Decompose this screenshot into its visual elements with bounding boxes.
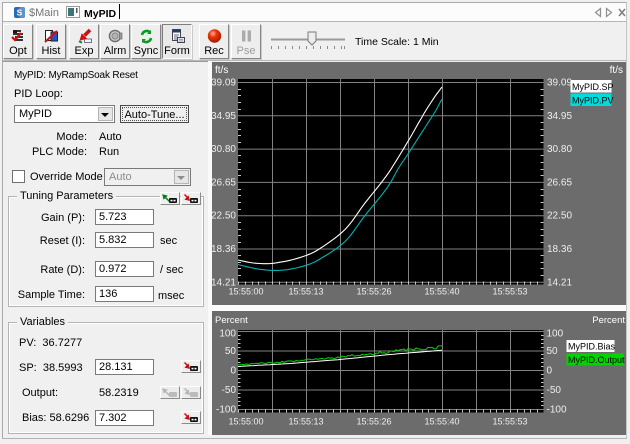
svg-text:15:55:26: 15:55:26: [356, 417, 391, 427]
svg-text:0: 0: [230, 366, 236, 377]
svg-text:15:55:40: 15:55:40: [424, 287, 459, 297]
svg-text:50: 50: [225, 346, 237, 357]
svg-text:MyPID.Bias: MyPID.Bias: [568, 342, 616, 352]
svg-text:0: 0: [547, 366, 553, 377]
svg-text:MyPID.SP: MyPID.SP: [572, 82, 614, 92]
svg-text:15:55:53: 15:55:53: [492, 417, 527, 427]
svg-text:39.09: 39.09: [212, 78, 236, 89]
svg-text:100: 100: [219, 329, 236, 340]
svg-text:Percent: Percent: [592, 315, 625, 326]
svg-text:15:55:00: 15:55:00: [228, 417, 263, 427]
svg-text:18.36: 18.36: [547, 244, 572, 255]
svg-text:15:55:53: 15:55:53: [492, 287, 527, 297]
svg-text:30.80: 30.80: [547, 144, 572, 155]
svg-text:MyPID.Output: MyPID.Output: [568, 355, 625, 365]
svg-text:34.95: 34.95: [547, 111, 572, 122]
svg-text:15:55:13: 15:55:13: [288, 417, 323, 427]
svg-text:30.80: 30.80: [212, 144, 236, 155]
svg-text:34.95: 34.95: [212, 111, 236, 122]
svg-text:Percent: Percent: [215, 315, 248, 326]
svg-text:22.50: 22.50: [547, 211, 572, 222]
svg-text:-50: -50: [547, 385, 562, 396]
svg-text:15:55:00: 15:55:00: [228, 287, 263, 297]
svg-text:-50: -50: [222, 385, 237, 396]
svg-text:100: 100: [547, 329, 564, 340]
svg-text:ft/s: ft/s: [610, 65, 623, 76]
svg-text:15:55:26: 15:55:26: [356, 287, 391, 297]
svg-text:S: S: [17, 8, 23, 18]
svg-text:50: 50: [547, 346, 559, 357]
svg-text:14.21: 14.21: [547, 277, 572, 288]
svg-text:ft/s: ft/s: [215, 65, 228, 76]
svg-text:15:55:40: 15:55:40: [424, 417, 459, 427]
svg-text:-100: -100: [547, 405, 567, 416]
svg-text:39.09: 39.09: [547, 78, 572, 89]
svg-text:MyPID.PV: MyPID.PV: [572, 96, 614, 106]
svg-text:26.65: 26.65: [547, 177, 572, 188]
svg-text:-100: -100: [216, 405, 236, 416]
svg-text:18.36: 18.36: [212, 244, 236, 255]
svg-text:26.65: 26.65: [212, 177, 236, 188]
svg-text:22.50: 22.50: [212, 211, 236, 222]
svg-text:15:55:13: 15:55:13: [288, 287, 323, 297]
